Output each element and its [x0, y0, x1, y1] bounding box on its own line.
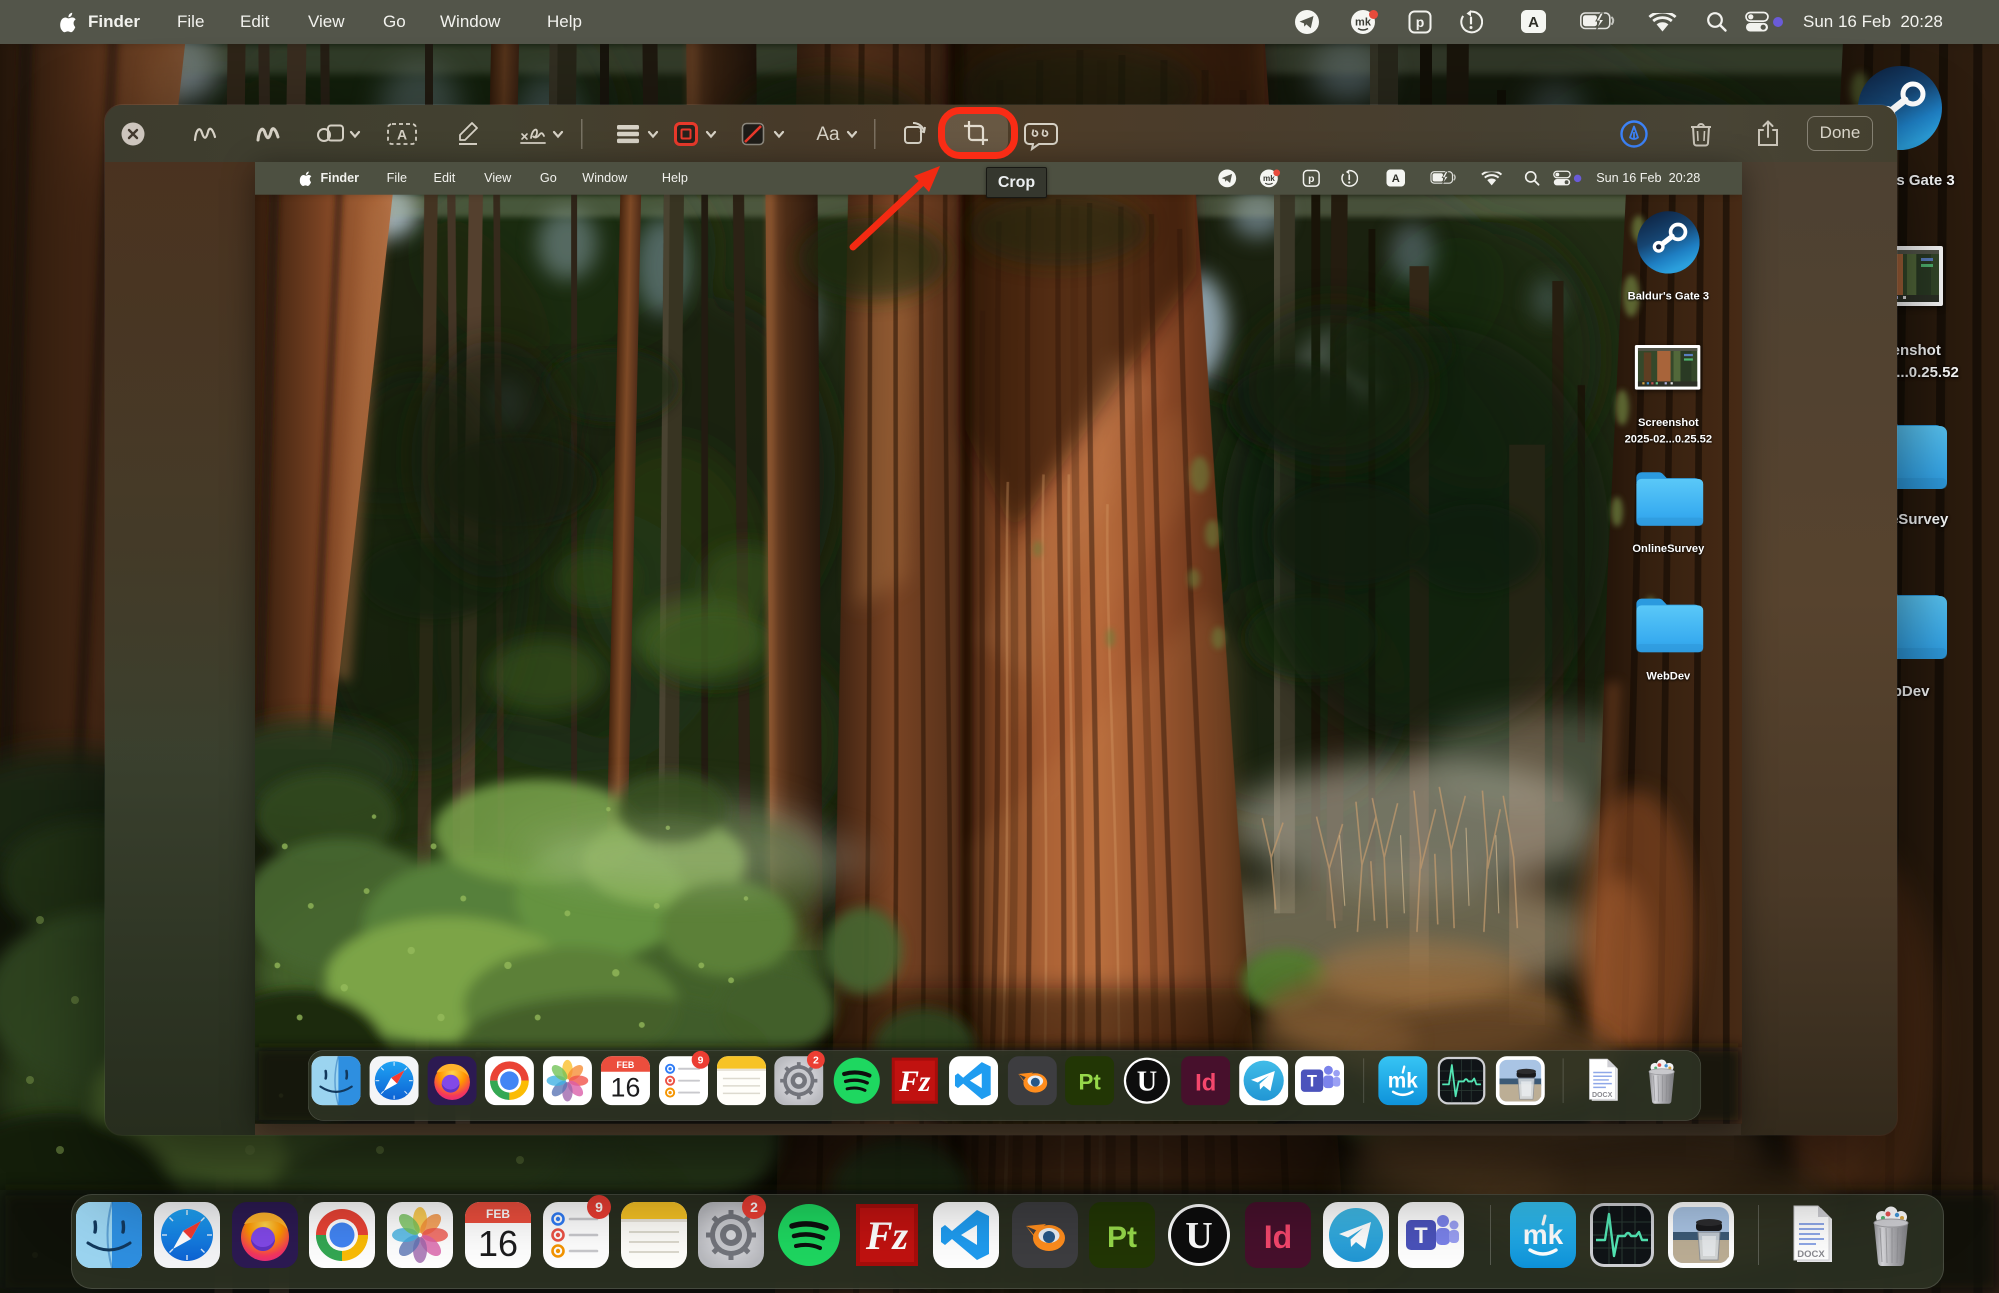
svg-text:A: A [1528, 14, 1539, 31]
svg-text:FEB: FEB [486, 1207, 510, 1221]
svg-text:Fz: Fz [898, 1065, 931, 1098]
svg-text:p: p [1308, 174, 1314, 185]
svg-text:Pt: Pt [1107, 1221, 1137, 1254]
svg-text:Fz: Fz [865, 1213, 909, 1258]
svg-text:DOCX: DOCX [1797, 1249, 1825, 1260]
svg-text:U: U [1185, 1215, 1212, 1257]
svg-text:A: A [397, 127, 407, 143]
svg-text:16: 16 [478, 1223, 518, 1264]
svg-text:mk: mk [1355, 17, 1372, 29]
svg-text:16: 16 [611, 1072, 641, 1102]
svg-text:Aa: Aa [816, 124, 840, 145]
svg-text:A: A [1392, 173, 1400, 185]
svg-text:FEB: FEB [617, 1060, 635, 1070]
svg-text:Pt: Pt [1078, 1070, 1101, 1095]
svg-text:p: p [1416, 14, 1425, 30]
svg-text:DOCX: DOCX [1592, 1092, 1613, 1099]
svg-text:Id: Id [1195, 1069, 1216, 1096]
svg-text:mk: mk [1263, 174, 1275, 183]
svg-text:T: T [1307, 1073, 1317, 1091]
svg-text:U: U [1137, 1066, 1157, 1097]
svg-text:Id: Id [1264, 1219, 1292, 1255]
svg-text:T: T [1414, 1223, 1428, 1248]
